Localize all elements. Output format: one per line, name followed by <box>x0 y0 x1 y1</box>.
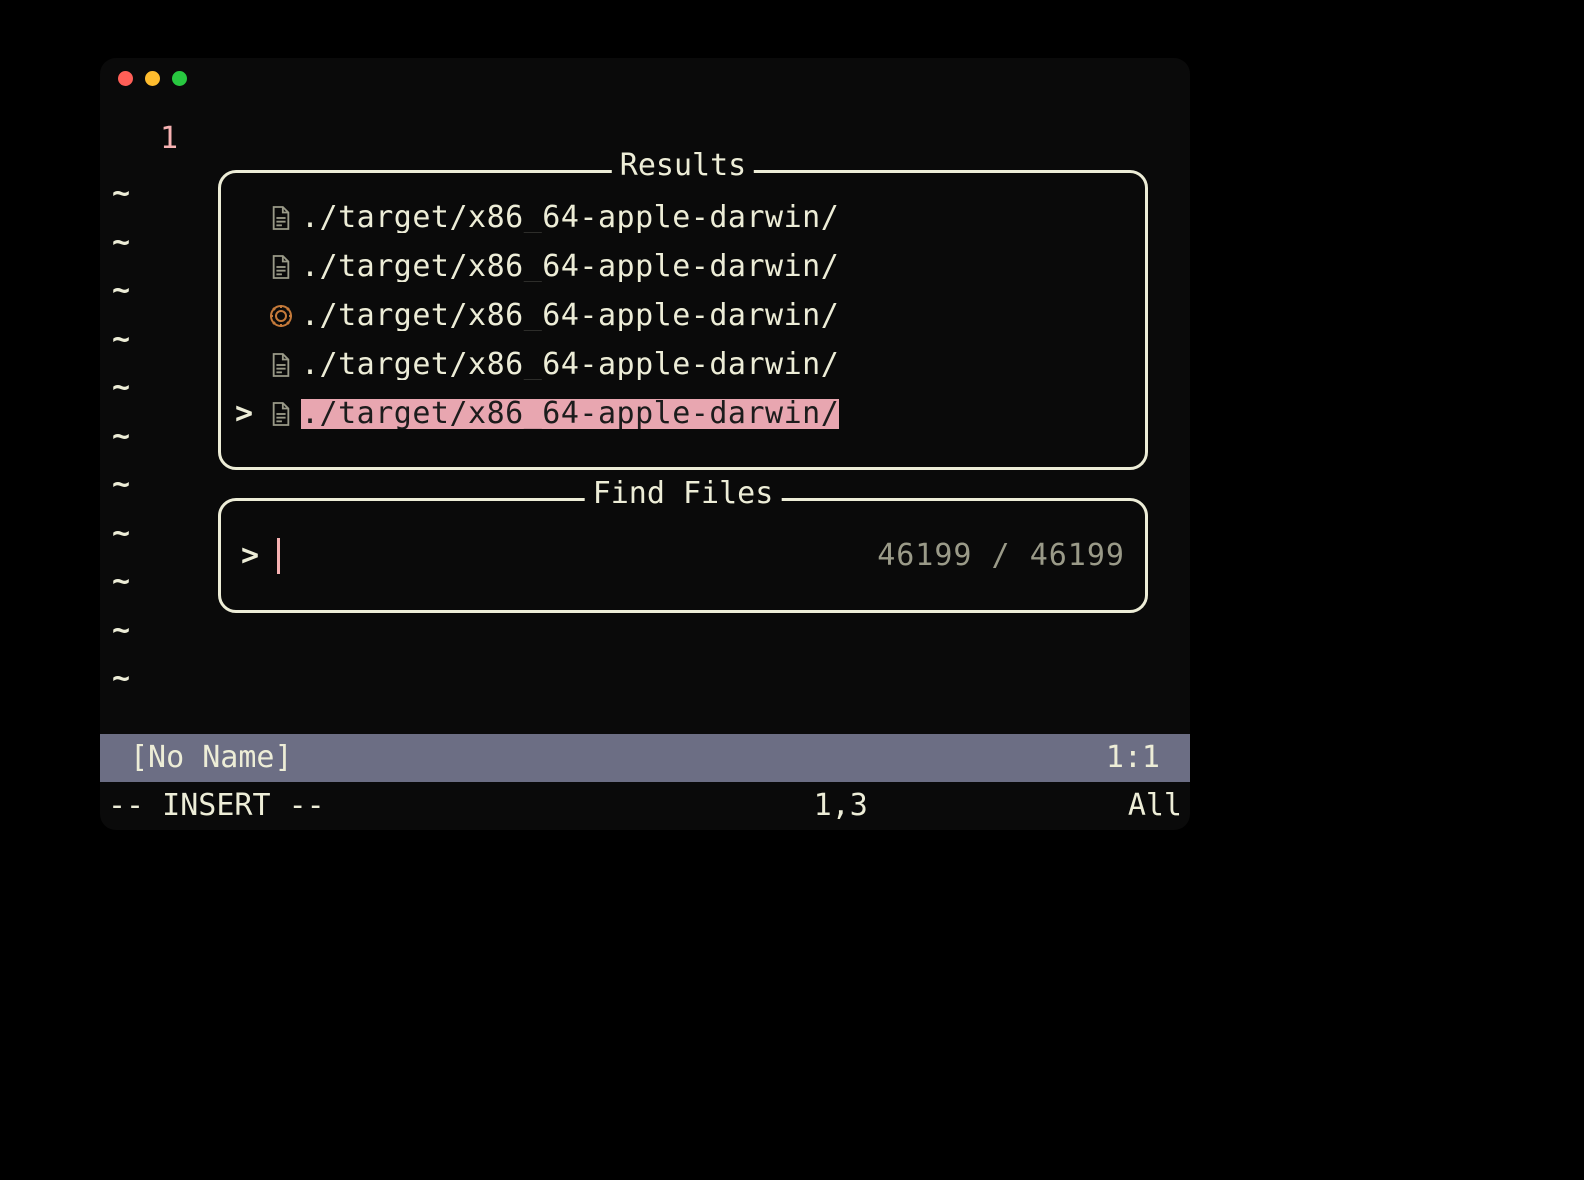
find-count: 46199 / 46199 <box>877 541 1125 571</box>
window-titlebar <box>100 58 1190 98</box>
result-path: ./target/x86_64-apple-darwin/ <box>301 301 1135 331</box>
find-files-panel: Find Files > 46199 / 46199 <box>218 498 1148 613</box>
results-panel: Results ./target/x86_64-apple-darwin/ ./… <box>218 170 1148 470</box>
result-row[interactable]: ./target/x86_64-apple-darwin/ <box>231 242 1135 291</box>
minimize-icon[interactable] <box>145 71 160 86</box>
mode-line: -- INSERT -- 1,3 All <box>100 782 1190 830</box>
result-path: ./target/x86_64-apple-darwin/ <box>301 399 1135 429</box>
vim-mode: -- INSERT -- <box>108 791 325 821</box>
empty-line-tildes: ~~~~~~~~~~~ <box>112 170 130 704</box>
ruler-percent: All <box>1128 791 1182 821</box>
result-row[interactable]: > ./target/x86_64-apple-darwin/ <box>231 389 1135 438</box>
find-prompt: > <box>241 541 259 571</box>
result-row[interactable]: ./target/x86_64-apple-darwin/ <box>231 291 1135 340</box>
file-icon <box>270 401 292 427</box>
cursor-position: 1:1 <box>1106 743 1160 773</box>
result-path: ./target/x86_64-apple-darwin/ <box>301 350 1135 380</box>
status-bar: [No Name] 1:1 <box>100 734 1190 782</box>
terminal-window: 1 ~~~~~~~~~~~ Results ./target/x86_64-ap… <box>100 58 1190 830</box>
find-files-title: Find Files <box>585 479 782 509</box>
buffer-name: [No Name] <box>130 743 293 773</box>
line-number: 1 <box>160 124 178 154</box>
maximize-icon[interactable] <box>172 71 187 86</box>
file-icon <box>270 254 292 280</box>
close-icon[interactable] <box>118 71 133 86</box>
file-icon <box>270 205 292 231</box>
results-list: ./target/x86_64-apple-darwin/ ./target/x… <box>221 173 1145 448</box>
selection-pointer: > <box>231 399 261 429</box>
result-path: ./target/x86_64-apple-darwin/ <box>301 203 1135 233</box>
ruler-position: 1,3 <box>814 791 868 821</box>
result-row[interactable]: ./target/x86_64-apple-darwin/ <box>231 340 1135 389</box>
rust-icon <box>269 304 293 328</box>
editor-area: 1 ~~~~~~~~~~~ Results ./target/x86_64-ap… <box>100 98 1190 830</box>
file-icon <box>270 352 292 378</box>
text-cursor[interactable] <box>277 538 280 574</box>
result-row[interactable]: ./target/x86_64-apple-darwin/ <box>231 193 1135 242</box>
results-title: Results <box>612 151 754 181</box>
result-path: ./target/x86_64-apple-darwin/ <box>301 252 1135 282</box>
